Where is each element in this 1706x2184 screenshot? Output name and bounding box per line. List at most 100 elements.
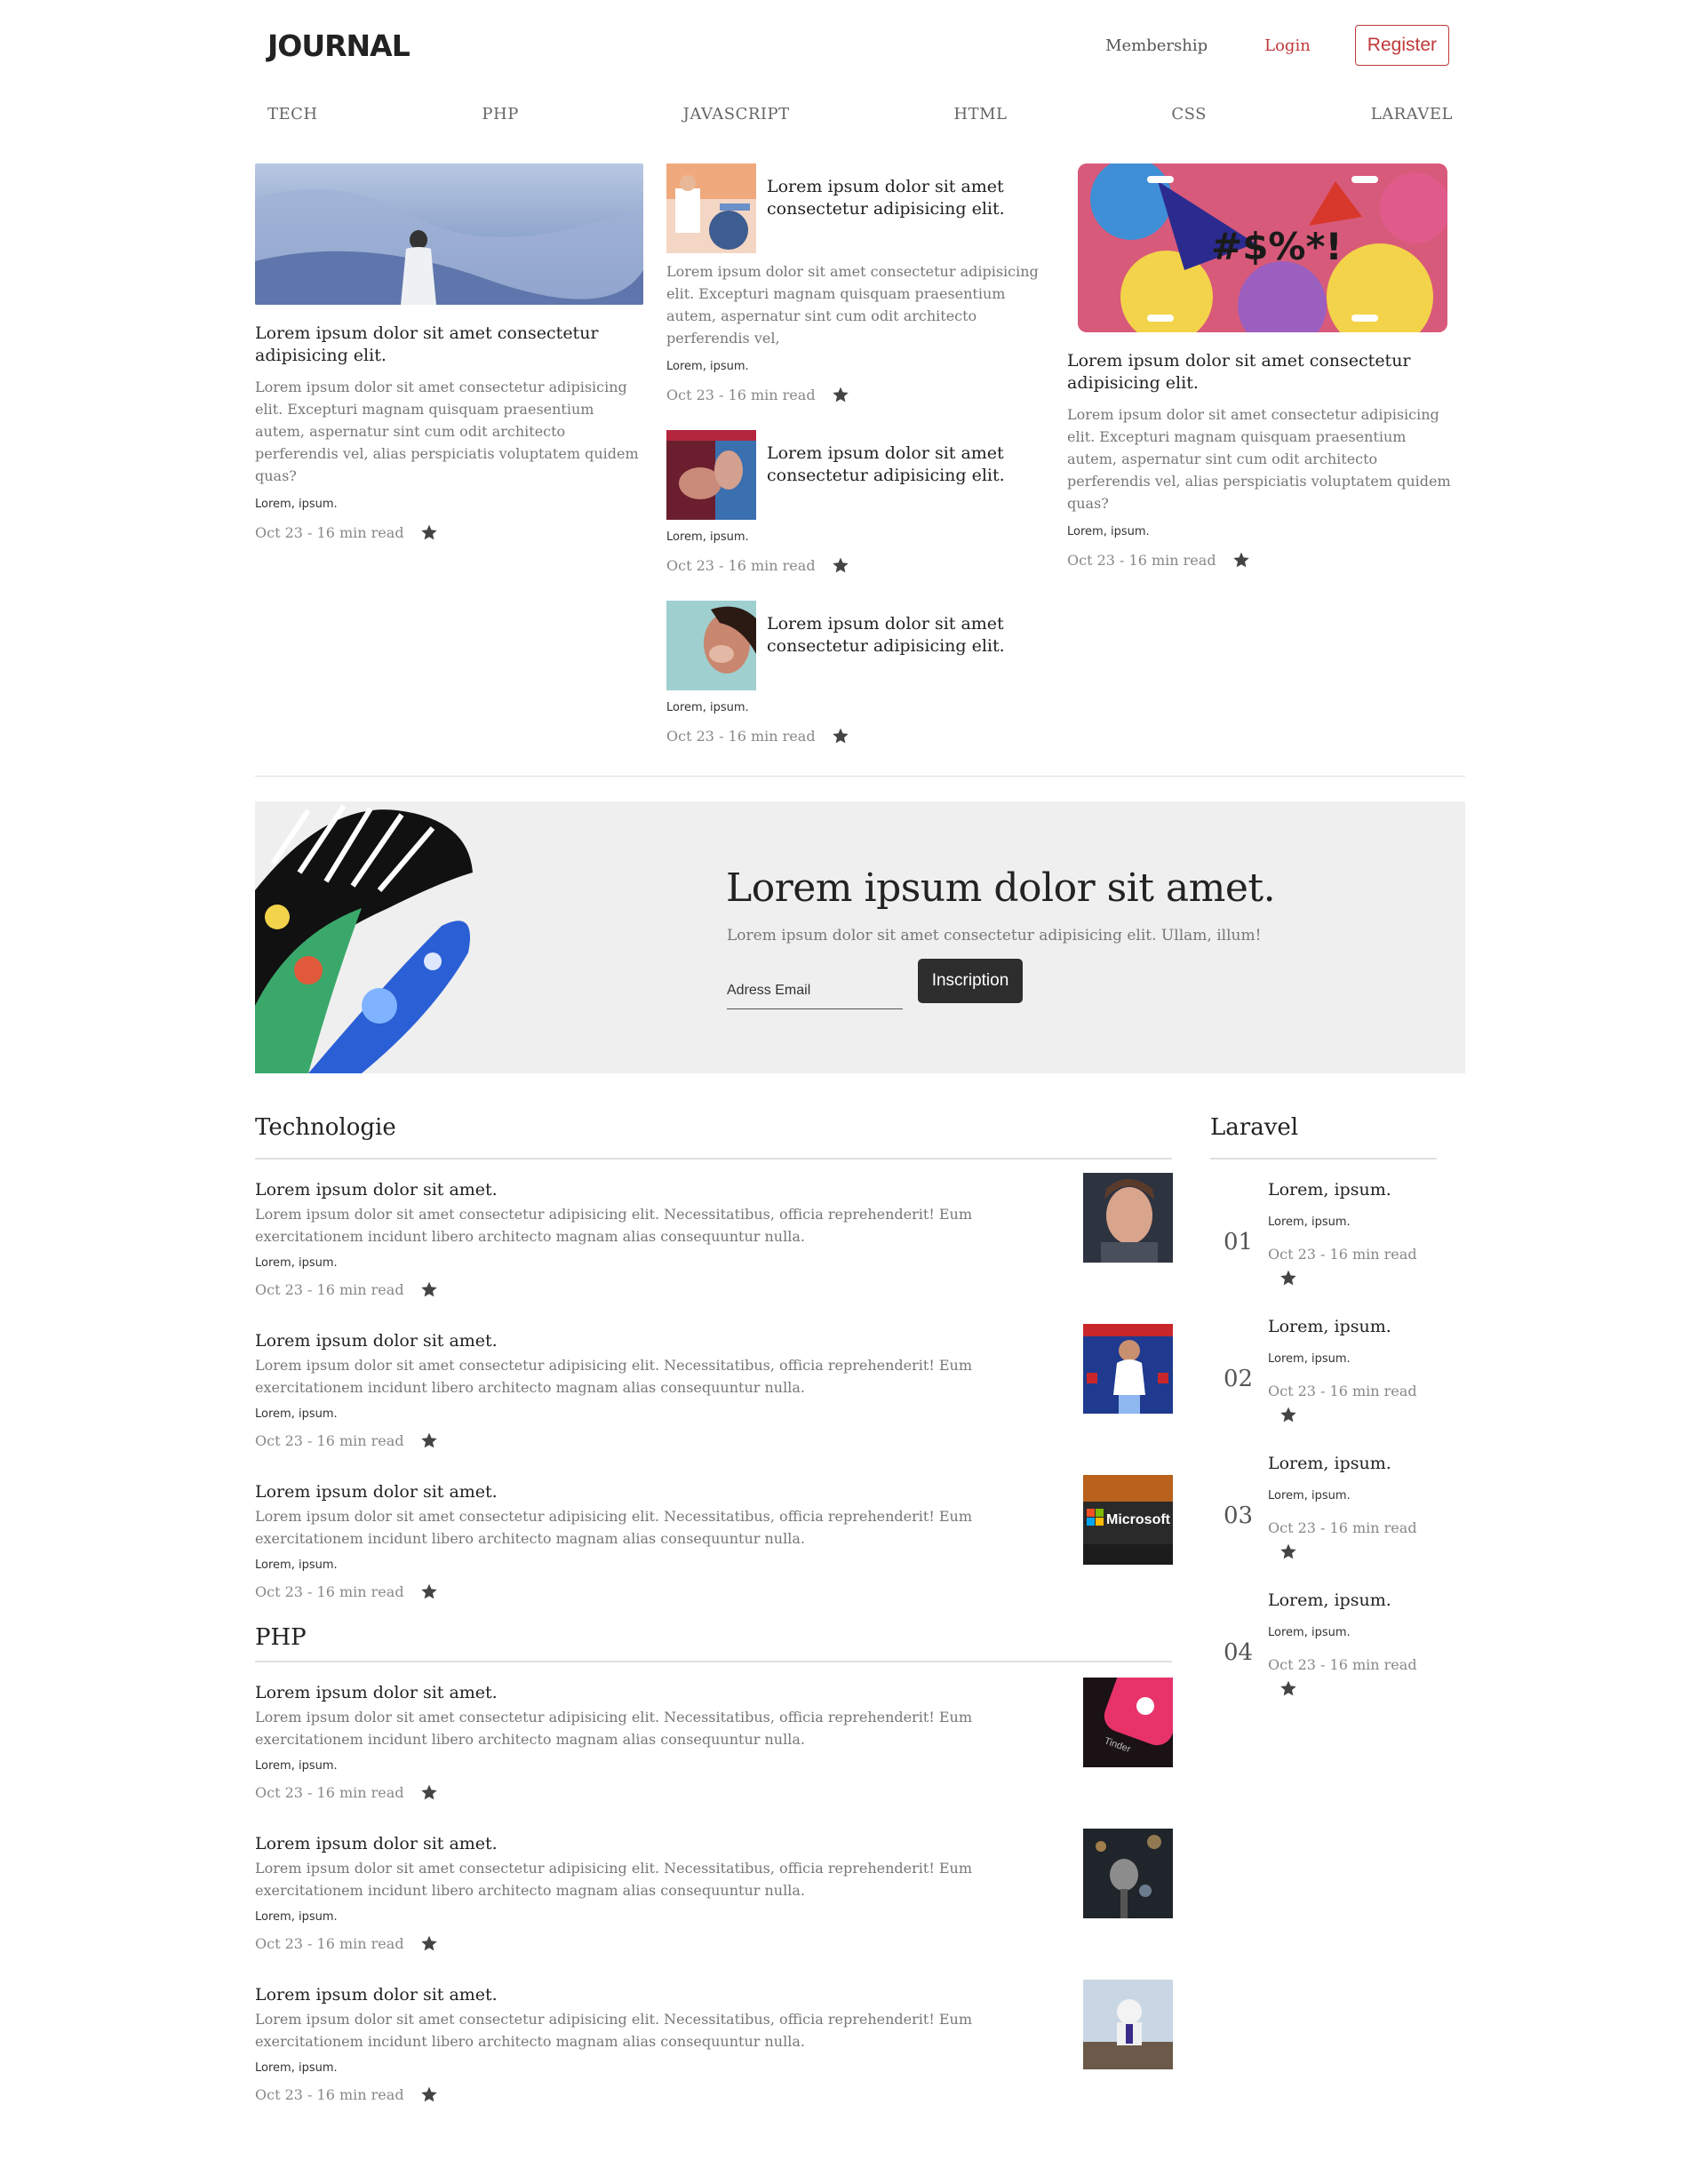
star-icon[interactable] xyxy=(1280,1542,1297,1560)
article-title[interactable]: Lorem ipsum dolor sit amet. xyxy=(255,1482,1172,1502)
star-icon[interactable] xyxy=(420,523,438,541)
read-meta: Oct 23 - 16 min read xyxy=(255,1431,404,1449)
middle-article-2-thumb[interactable] xyxy=(666,430,756,520)
middle-article-2-title[interactable]: Lorem ipsum dolor sit amet consectetur a… xyxy=(767,442,1048,520)
article-title[interactable]: Lorem ipsum dolor sit amet. xyxy=(255,1683,1172,1702)
laravel-item-2[interactable]: 02 Lorem, ipsum. Lorem, ipsum. Oct 23 - … xyxy=(1210,1317,1432,1450)
star-icon[interactable] xyxy=(1280,1406,1297,1423)
site-logo[interactable]: JOURNAL xyxy=(267,28,411,63)
category-css[interactable]: CSS xyxy=(1171,105,1207,163)
featured-left-image[interactable] xyxy=(255,163,643,305)
middle-article-1-thumb[interactable] xyxy=(666,163,756,253)
item-number: 02 xyxy=(1224,1366,1254,1392)
middle-article-1-title[interactable]: Lorem ipsum dolor sit amet consectetur a… xyxy=(767,176,1048,253)
newsletter-subtitle: Lorem ipsum dolor sit amet consectetur a… xyxy=(727,927,1262,945)
register-button[interactable]: Register xyxy=(1354,25,1449,66)
middle-article-1-author[interactable]: Lorem, ipsum. xyxy=(666,360,1048,373)
section-line xyxy=(1210,1158,1437,1160)
article-thumb[interactable] xyxy=(1083,1980,1173,2069)
middle-article-3: Lorem ipsum dolor sit amet consectetur a… xyxy=(666,601,1048,745)
star-icon[interactable] xyxy=(832,727,849,745)
category-tech[interactable]: TECH xyxy=(267,105,318,163)
article-author[interactable]: Lorem, ipsum. xyxy=(255,1256,1172,1270)
read-meta: Oct 23 - 16 min read xyxy=(666,727,816,745)
star-icon[interactable] xyxy=(420,1934,438,1952)
featured-left-author[interactable]: Lorem, ipsum. xyxy=(255,498,643,511)
featured-left-title[interactable]: Lorem ipsum dolor sit amet consectetur a… xyxy=(255,323,643,367)
page: JOURNAL Membership Login Register TECH P… xyxy=(255,0,1465,2184)
star-icon[interactable] xyxy=(420,2085,438,2103)
article-author[interactable]: Lorem, ipsum. xyxy=(255,1759,1172,1773)
middle-article-3-meta: Oct 23 - 16 min read xyxy=(666,727,1048,745)
item-author[interactable]: Lorem, ipsum. xyxy=(1268,1489,1351,1502)
star-icon[interactable] xyxy=(420,1280,438,1298)
middle-article-3-author[interactable]: Lorem, ipsum. xyxy=(666,701,1048,714)
star-icon[interactable] xyxy=(832,556,849,574)
star-icon[interactable] xyxy=(420,1582,438,1600)
article-body: Lorem ipsum dolor sit amet consectetur a… xyxy=(255,1357,973,1396)
item-number: 03 xyxy=(1224,1502,1254,1529)
category-laravel[interactable]: LARAVEL xyxy=(1371,105,1453,163)
laravel-item-4[interactable]: 04 Lorem, ipsum. Lorem, ipsum. Oct 23 - … xyxy=(1210,1590,1432,1724)
middle-article-3-thumb[interactable] xyxy=(666,601,756,690)
article-thumb[interactable] xyxy=(1083,1173,1173,1263)
article-title[interactable]: Lorem ipsum dolor sit amet. xyxy=(255,1180,1172,1200)
item-title[interactable]: Lorem, ipsum. xyxy=(1268,1180,1391,1200)
read-meta: Oct 23 - 16 min read xyxy=(1268,1246,1417,1263)
article-thumb[interactable]: Tinder xyxy=(1083,1678,1173,1767)
item-title[interactable]: Lorem, ipsum. xyxy=(1268,1590,1391,1610)
middle-article-3-title[interactable]: Lorem ipsum dolor sit amet consectetur a… xyxy=(767,613,1048,690)
article-meta: Oct 23 - 16 min read xyxy=(255,1582,1172,1600)
membership-link[interactable]: Membership xyxy=(1105,36,1208,55)
star-icon[interactable] xyxy=(832,386,849,403)
featured-grid: Lorem ipsum dolor sit amet consectetur a… xyxy=(255,163,1465,777)
featured-right-meta: Oct 23 - 16 min read xyxy=(1067,551,1458,569)
read-meta: Oct 23 - 16 min read xyxy=(666,556,816,574)
star-icon[interactable] xyxy=(1232,551,1250,569)
article-author[interactable]: Lorem, ipsum. xyxy=(255,1558,1172,1572)
article-title[interactable]: Lorem ipsum dolor sit amet. xyxy=(255,1331,1172,1351)
article-thumb[interactable] xyxy=(1083,1829,1173,1918)
article-author[interactable]: Lorem, ipsum. xyxy=(255,1910,1172,1924)
star-icon[interactable] xyxy=(1280,1679,1297,1697)
article-author[interactable]: Lorem, ipsum. xyxy=(255,1407,1172,1421)
item-author[interactable]: Lorem, ipsum. xyxy=(1268,1216,1351,1229)
middle-article-2-meta: Oct 23 - 16 min read xyxy=(666,556,1048,574)
star-icon[interactable] xyxy=(420,1431,438,1449)
category-html[interactable]: HTML xyxy=(953,105,1007,163)
item-number: 04 xyxy=(1224,1639,1254,1666)
item-author[interactable]: Lorem, ipsum. xyxy=(1268,1626,1351,1639)
email-input[interactable] xyxy=(727,963,903,1009)
featured-left-meta: Oct 23 - 16 min read xyxy=(255,523,643,541)
laravel-item-1[interactable]: 01 Lorem, ipsum. Lorem, ipsum. Oct 23 - … xyxy=(1210,1180,1432,1313)
star-icon[interactable] xyxy=(420,1783,438,1801)
featured-right-title[interactable]: Lorem ipsum dolor sit amet consectetur a… xyxy=(1067,350,1458,395)
login-link[interactable]: Login xyxy=(1264,36,1311,55)
laravel-item-3[interactable]: 03 Lorem, ipsum. Lorem, ipsum. Oct 23 - … xyxy=(1210,1454,1432,1587)
inscription-button[interactable]: Inscription xyxy=(918,959,1023,1003)
category-javascript[interactable]: JAVASCRIPT xyxy=(683,105,790,163)
featured-middle: Lorem ipsum dolor sit amet consectetur a… xyxy=(666,163,1048,745)
featured-right-author[interactable]: Lorem, ipsum. xyxy=(1067,525,1458,538)
read-meta: Oct 23 - 16 min read xyxy=(255,1934,404,1952)
star-icon[interactable] xyxy=(1280,1269,1297,1287)
middle-article-2-author[interactable]: Lorem, ipsum. xyxy=(666,530,1048,544)
article-author[interactable]: Lorem, ipsum. xyxy=(255,2061,1172,2075)
article-thumb[interactable] xyxy=(1083,1324,1173,1414)
middle-article-1-excerpt: Lorem ipsum dolor sit amet consectetur a… xyxy=(666,263,1039,347)
article-meta: Oct 23 - 16 min read xyxy=(255,1280,1172,1298)
category-php[interactable]: PHP xyxy=(482,105,518,163)
article-body: Lorem ipsum dolor sit amet consectetur a… xyxy=(255,1508,973,1547)
article-title[interactable]: Lorem ipsum dolor sit amet. xyxy=(255,1985,1172,2005)
item-title[interactable]: Lorem, ipsum. xyxy=(1268,1454,1391,1473)
featured-right-excerpt: Lorem ipsum dolor sit amet consectetur a… xyxy=(1067,406,1451,512)
featured-right-image[interactable]: #$%*! xyxy=(1078,163,1447,332)
article-thumb[interactable]: Microsoft xyxy=(1083,1475,1173,1565)
item-title[interactable]: Lorem, ipsum. xyxy=(1268,1317,1391,1336)
item-author[interactable]: Lorem, ipsum. xyxy=(1268,1352,1351,1366)
category-nav: TECH PHP JAVASCRIPT HTML CSS LARAVEL xyxy=(255,96,1465,163)
article-title[interactable]: Lorem ipsum dolor sit amet. xyxy=(255,1834,1172,1853)
php-article-3: Lorem ipsum dolor sit amet. Lorem ipsum … xyxy=(255,1980,1173,2136)
middle-article-2: Lorem ipsum dolor sit amet consectetur a… xyxy=(666,430,1048,574)
section-title-php: PHP xyxy=(255,1624,307,1651)
